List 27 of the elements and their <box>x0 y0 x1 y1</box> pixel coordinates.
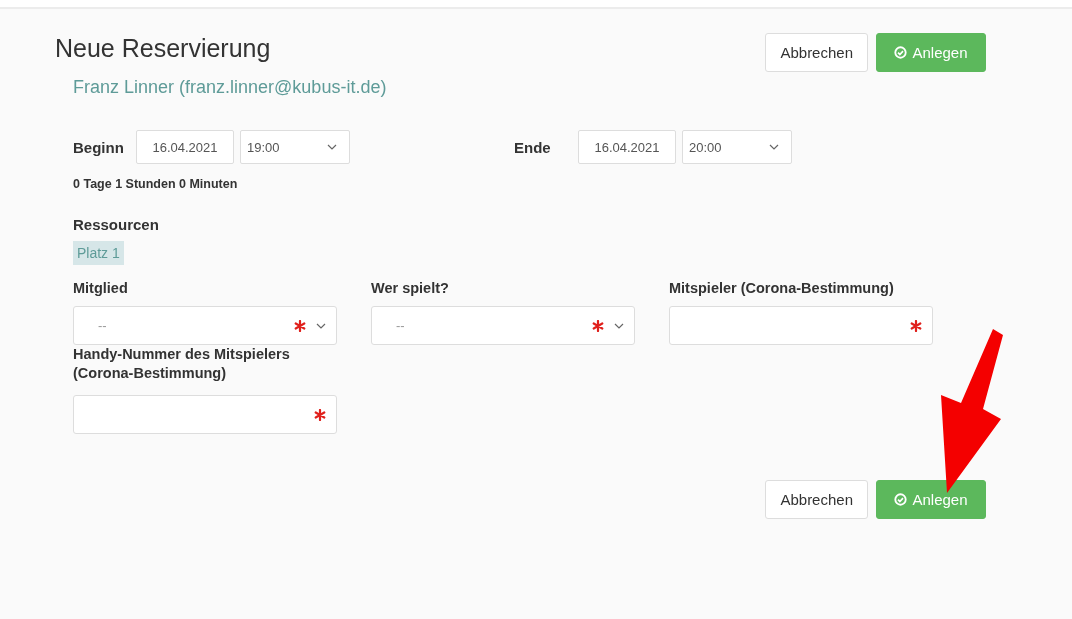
chevron-down-icon <box>327 144 337 150</box>
duration-text: 0 Tage 1 Stunden 0 Minuten <box>73 177 239 191</box>
field-label: Mitglied <box>73 279 129 298</box>
input-field[interactable] <box>73 395 337 434</box>
period-label: Ende <box>514 138 552 156</box>
field-label: Mitspieler (Corona-Bestimmung) <box>669 279 895 298</box>
chevron-down-icon <box>769 144 779 150</box>
time-select[interactable]: 20:00 <box>682 130 792 164</box>
date-field[interactable]: 16.04.2021 <box>136 130 234 164</box>
chevron-down-icon <box>614 322 624 329</box>
input-field[interactable] <box>669 306 933 345</box>
date-field[interactable]: 16.04.2021 <box>578 130 676 164</box>
check-circle-icon <box>894 493 908 506</box>
resource-tag: Platz 1 <box>73 241 124 265</box>
period-label: Beginn <box>73 138 125 156</box>
time-select[interactable]: 19:00 <box>240 130 350 164</box>
user-name: Franz Linner (franz.linner@kubus-it.de) <box>73 77 387 98</box>
cancel-button[interactable]: Abbrechen <box>765 33 868 72</box>
field-label: Wer spielt? <box>371 279 450 298</box>
chevron-down-icon <box>316 322 326 329</box>
cancel-button[interactable]: Abbrechen <box>765 480 868 519</box>
resources-label: Ressourcen <box>73 216 160 233</box>
check-circle-icon <box>894 46 908 59</box>
field-label: Handy-Nummer des Mitspielers (Corona-Bestimmung) <box>73 345 291 383</box>
field-value: -- <box>396 318 406 333</box>
page-title: Neue Reservierung <box>55 33 272 64</box>
field-value: -- <box>98 318 108 333</box>
